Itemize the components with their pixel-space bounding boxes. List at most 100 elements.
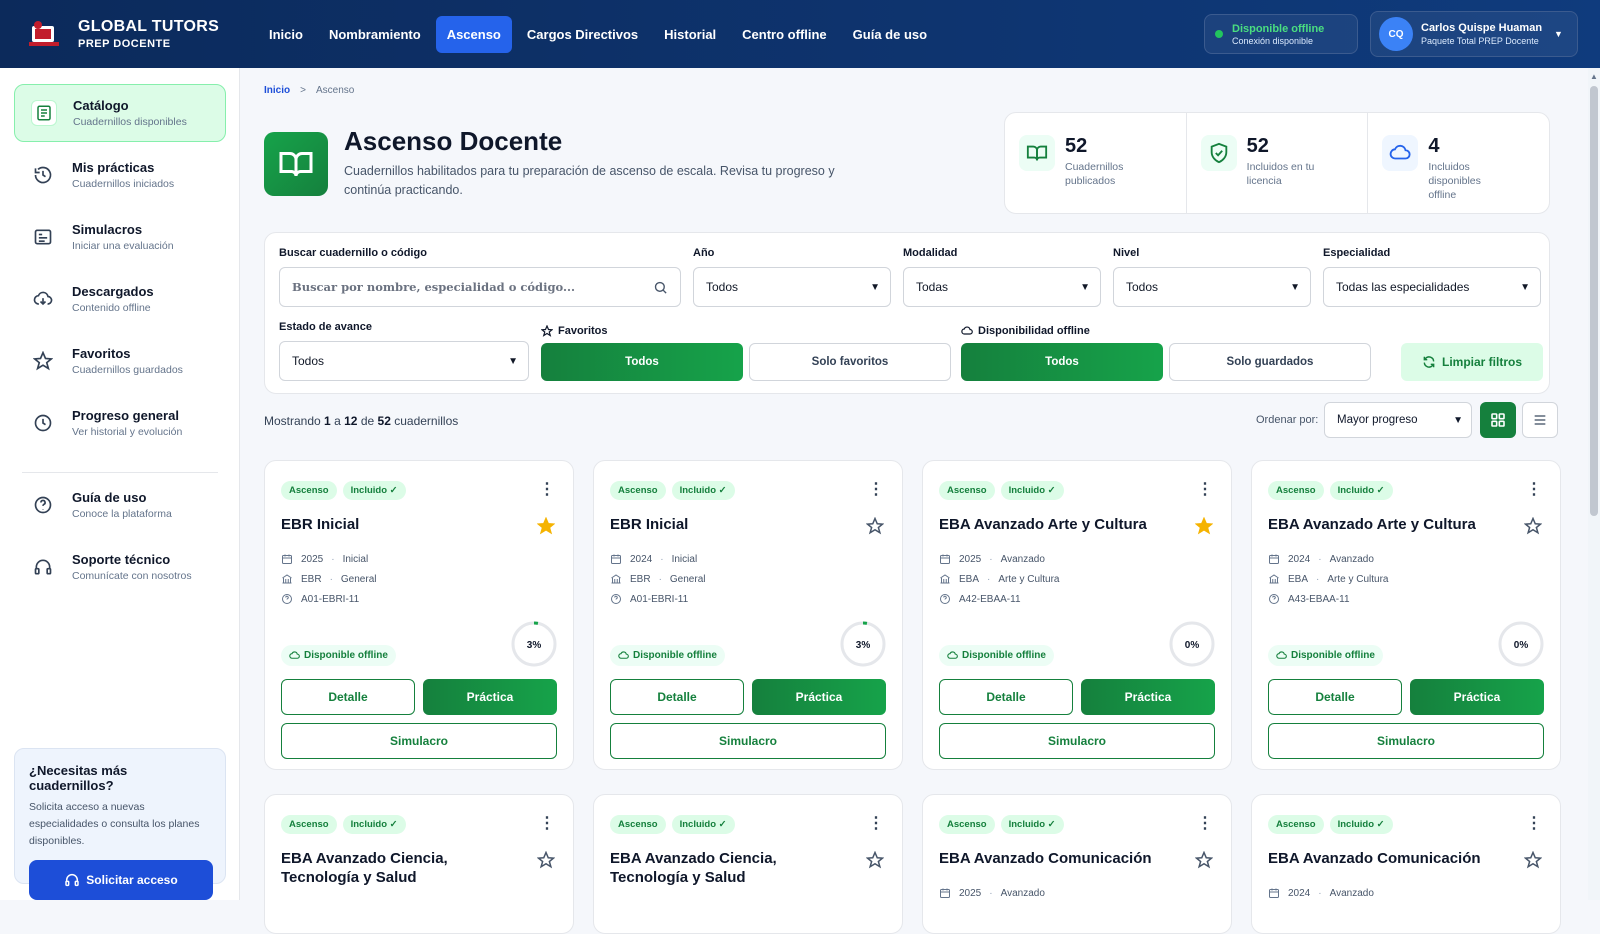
- sidebar-item-guia-de-uso[interactable]: Guía de uso Conoce la plataforma: [14, 476, 226, 534]
- notebook-card[interactable]: Ascenso Incluido ✓ ⋮ EBR Inicial 2025 · In…: [264, 460, 574, 770]
- headset-icon: [64, 872, 80, 888]
- more-vertical-icon[interactable]: ⋮: [1197, 479, 1213, 499]
- clear-filters-button[interactable]: Limpiar filtros: [1401, 343, 1543, 381]
- calendar-icon: [610, 553, 622, 565]
- more-vertical-icon[interactable]: ⋮: [868, 813, 884, 833]
- sidebar-item-sub: Cuadernillos disponibles: [73, 116, 187, 128]
- offline-chip: Disponible offline: [281, 645, 396, 666]
- favorites-all-button[interactable]: Todos: [541, 343, 743, 381]
- search-input[interactable]: Buscar por nombre, especialidad o código…: [279, 267, 681, 307]
- detail-button[interactable]: Detalle: [610, 679, 744, 715]
- card-year-level: 2025 · Inicial: [281, 553, 368, 565]
- list-view-button[interactable]: [1522, 402, 1558, 438]
- card-title: EBR Inicial: [610, 516, 689, 533]
- notebook-card[interactable]: Ascenso Incluido ✓ ⋮ EBR Inicial 2024 · In…: [593, 460, 903, 770]
- card-badges: Ascenso Incluido ✓: [939, 815, 1064, 834]
- level-select[interactable]: Todos ▼: [1113, 267, 1311, 307]
- user-menu[interactable]: CQ Carlos Quispe Huaman Paquete Total PR…: [1370, 11, 1578, 57]
- sidebar-item-descargados[interactable]: Descargados Contenido offline: [14, 270, 226, 328]
- year-select[interactable]: Todos ▼: [693, 267, 891, 307]
- brand[interactable]: GLOBAL TUTORS PREP DOCENTE: [26, 18, 258, 50]
- breadcrumb-home[interactable]: Inicio: [264, 85, 290, 96]
- request-access-button[interactable]: Solicitar acceso: [29, 860, 213, 900]
- more-vertical-icon[interactable]: ⋮: [539, 479, 555, 499]
- favorites-only-button[interactable]: Solo favoritos: [749, 343, 951, 381]
- order-select[interactable]: Mayor progreso ▼: [1324, 402, 1472, 438]
- sidebar-item-label: Catálogo: [73, 98, 129, 113]
- sidebar-item-favoritos[interactable]: Favoritos Cuadernillos guardados: [14, 332, 226, 390]
- sidebar-item-progreso-general[interactable]: Progreso general Ver historial y evolució…: [14, 394, 226, 452]
- star-icon[interactable]: [1524, 517, 1542, 535]
- star-icon[interactable]: [1524, 851, 1542, 869]
- detail-button[interactable]: Detalle: [1268, 679, 1402, 715]
- more-vertical-icon[interactable]: ⋮: [1526, 813, 1542, 833]
- nav-ascenso[interactable]: Ascenso: [435, 15, 512, 53]
- simulation-button[interactable]: Simulacro: [281, 723, 557, 759]
- nav-centro-offline[interactable]: Centro offline: [731, 16, 838, 53]
- nav-cargos-directivos[interactable]: Cargos Directivos: [516, 16, 649, 53]
- practice-button[interactable]: Práctica: [1081, 679, 1215, 715]
- card-modality-area: EBA · Arte y Cultura: [939, 573, 1060, 585]
- nav-historial[interactable]: Historial: [653, 16, 727, 53]
- more-vertical-icon[interactable]: ⋮: [868, 479, 884, 499]
- card-code-row: A01-EBRI-11: [610, 593, 688, 605]
- search-icon[interactable]: [653, 280, 668, 295]
- more-vertical-icon[interactable]: ⋮: [1526, 479, 1542, 499]
- favorites-filter-label: Favoritos: [541, 325, 608, 337]
- sidebar-item-sub: Cuadernillos iniciados: [72, 178, 175, 190]
- notebook-card[interactable]: Ascenso Incluido ✓ ⋮ EBA Avanzado Comuni…: [922, 794, 1232, 934]
- star-icon[interactable]: [866, 851, 884, 869]
- simulation-button[interactable]: Simulacro: [1268, 723, 1544, 759]
- notebook-card[interactable]: Ascenso Incluido ✓ ⋮ EBA Avanzado Arte y…: [922, 460, 1232, 770]
- more-vertical-icon[interactable]: ⋮: [1197, 813, 1213, 833]
- card-code: A01-EBRI-11: [630, 593, 689, 605]
- notebook-card[interactable]: Ascenso Incluido ✓ ⋮ EBA Avanzado Arte y…: [1251, 460, 1561, 770]
- offline-saved-button[interactable]: Solo guardados: [1169, 343, 1371, 381]
- offline-all-button[interactable]: Todos: [961, 343, 1163, 381]
- card-year-level: 2025 · Avanzado: [939, 887, 1045, 899]
- card-code-row: A43-EBAA-11: [1268, 593, 1350, 605]
- modality-select[interactable]: Todas ▼: [903, 267, 1101, 307]
- grid-view-button[interactable]: [1480, 402, 1516, 438]
- sidebar-item-mis-practicas[interactable]: Mis prácticas Cuadernillos iniciados: [14, 146, 226, 204]
- simulation-button[interactable]: Simulacro: [610, 723, 886, 759]
- meta-separator: ·: [987, 573, 991, 585]
- more-vertical-icon[interactable]: ⋮: [539, 813, 555, 833]
- offline-status[interactable]: Disponible offline Conexión disponible: [1204, 14, 1358, 54]
- help-circle-icon: [610, 593, 622, 605]
- sidebar-item-catalogo[interactable]: Catálogo Cuadernillos disponibles: [14, 84, 226, 142]
- card-year: 2025: [959, 887, 982, 899]
- notebook-card[interactable]: Ascenso Incluido ✓ ⋮ EBA Avanzado Cienci…: [593, 794, 903, 934]
- scrollbar-thumb[interactable]: [1590, 86, 1598, 516]
- nav-inicio[interactable]: Inicio: [258, 16, 314, 53]
- sidebar-item-label: Simulacros: [72, 222, 143, 237]
- specialty-select[interactable]: Todas las especialidades ▼: [1323, 267, 1541, 307]
- sidebar-item-simulacros[interactable]: Simulacros Iniciar una evaluación: [14, 208, 226, 266]
- star-filled-icon[interactable]: [1195, 517, 1213, 535]
- help-circle-icon: [281, 593, 293, 605]
- nav-nombramiento[interactable]: Nombramiento: [318, 16, 432, 53]
- star-icon[interactable]: [1195, 851, 1213, 869]
- star-icon[interactable]: [537, 851, 555, 869]
- star-filled-icon[interactable]: [537, 517, 555, 535]
- status-select[interactable]: Todos ▼: [279, 341, 529, 381]
- badge-ascenso: Ascenso: [939, 481, 995, 500]
- card-modality: EBA: [1288, 573, 1309, 585]
- card-badges: Ascenso Incluido ✓: [610, 815, 735, 834]
- sidebar-item-soporte-tecnico[interactable]: Soporte técnico Comunícate con nosotros: [14, 538, 226, 596]
- practice-button[interactable]: Práctica: [1410, 679, 1544, 715]
- stat-label: Cuadernillos publicados: [1065, 161, 1124, 187]
- grid-icon: [1490, 412, 1506, 428]
- nav-guia-de-uso[interactable]: Guía de uso: [842, 16, 938, 53]
- scroll-up-icon[interactable]: ▲: [1590, 72, 1598, 81]
- star-icon[interactable]: [866, 517, 884, 535]
- favorites-filter-text: Favoritos: [558, 325, 608, 337]
- notebook-card[interactable]: Ascenso Incluido ✓ ⋮ EBA Avanzado Cienci…: [264, 794, 574, 934]
- notebook-card[interactable]: Ascenso Incluido ✓ ⋮ EBA Avanzado Comuni…: [1251, 794, 1561, 934]
- simulation-button[interactable]: Simulacro: [939, 723, 1215, 759]
- practice-button[interactable]: Práctica: [752, 679, 886, 715]
- detail-button[interactable]: Detalle: [281, 679, 415, 715]
- scrollbar[interactable]: ▲: [1588, 68, 1600, 900]
- detail-button[interactable]: Detalle: [939, 679, 1073, 715]
- practice-button[interactable]: Práctica: [423, 679, 557, 715]
